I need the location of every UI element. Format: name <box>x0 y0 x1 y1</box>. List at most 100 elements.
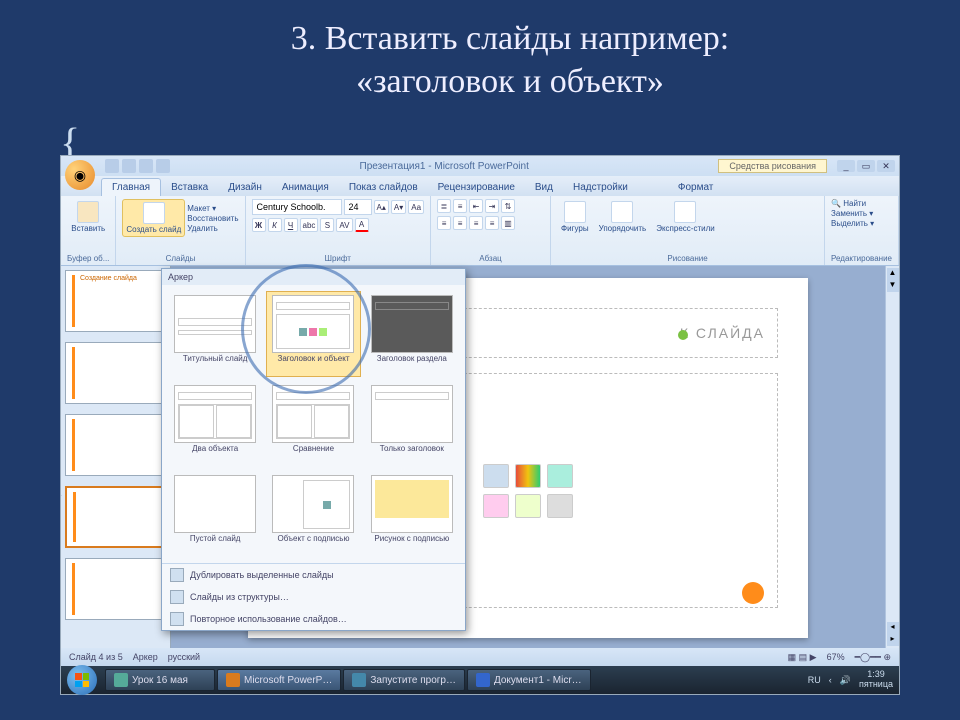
font-name-select[interactable]: Century Schoolb. <box>252 199 342 215</box>
font-color-button[interactable]: A <box>355 218 369 232</box>
office-button[interactable]: ◉ <box>65 160 95 190</box>
zoom-level[interactable]: 67% <box>827 652 845 662</box>
tray-language[interactable]: RU <box>808 675 821 685</box>
layout-section-header[interactable]: Заголовок раздела <box>365 291 459 377</box>
tab-addins[interactable]: Надстройки <box>563 179 638 196</box>
window-controls[interactable]: _▭✕ <box>837 160 895 172</box>
new-slide-button[interactable]: Создать слайд <box>122 199 185 237</box>
underline-button[interactable]: Ч <box>284 218 298 232</box>
taskbar-item-3[interactable]: Запустите прогр… <box>343 669 465 691</box>
slide-thumb-4[interactable]: 4 <box>65 486 166 548</box>
shadow-button[interactable]: S <box>320 218 334 232</box>
layout-button[interactable]: Макет ▾ <box>187 204 238 213</box>
insert-picture-icon[interactable] <box>483 494 509 518</box>
italic-button[interactable]: К <box>268 218 282 232</box>
layout-comparison[interactable]: Сравнение <box>266 381 360 467</box>
tray-clock[interactable]: 1:39пятница <box>859 670 893 690</box>
reset-button[interactable]: Восстановить <box>187 214 238 223</box>
tray-volume-icon[interactable]: 🔊 <box>840 675 851 686</box>
slide-thumb-2[interactable]: 2 <box>65 342 166 404</box>
group-clipboard: Вставить Буфер об... <box>61 196 116 265</box>
line-spacing-button[interactable]: ⇅ <box>501 199 515 213</box>
slide-thumb-3[interactable]: 3 <box>65 414 166 476</box>
contextual-tab-label: Средства рисования <box>718 159 827 173</box>
layout-blank[interactable]: Пустой слайд <box>168 471 262 557</box>
status-bar: Слайд 4 из 5 Аркер русский ▦ ▤ ▶ 67% ━◯━… <box>61 648 899 666</box>
group-editing: 🔍 Найти Заменить ▾ Выделить ▾ Редактиров… <box>825 196 899 265</box>
insert-chart-icon[interactable] <box>515 464 541 488</box>
tab-slideshow[interactable]: Показ слайдов <box>339 179 428 196</box>
gallery-theme-label: Аркер <box>162 269 465 285</box>
insert-table-icon[interactable] <box>483 464 509 488</box>
group-font: Century Schoolb. 24 A▴ A▾ Aa Ж К Ч abc S… <box>246 196 432 265</box>
strike-button[interactable]: abc <box>300 218 319 232</box>
insert-clipart-icon[interactable] <box>515 494 541 518</box>
grow-font-button[interactable]: A▴ <box>374 200 389 214</box>
insert-media-icon[interactable] <box>547 494 573 518</box>
replace-button[interactable]: Заменить ▾ <box>831 209 892 218</box>
tray-icon[interactable]: ‹ <box>829 675 832 685</box>
gallery-duplicate-slides[interactable]: Дублировать выделенные слайды <box>162 564 465 586</box>
vertical-scrollbar[interactable]: ▲▼ ◂▸ <box>885 266 899 648</box>
find-button[interactable]: 🔍 Найти <box>831 199 892 208</box>
ribbon-tabs: Главная Вставка Дизайн Анимация Показ сл… <box>61 176 899 196</box>
slide-thumb-1[interactable]: 1Создание слайда <box>65 270 166 332</box>
status-language[interactable]: русский <box>168 652 200 662</box>
bullets-button[interactable]: ≣ <box>437 199 451 213</box>
delete-button[interactable]: Удалить <box>187 224 238 233</box>
taskbar-item-2[interactable]: Microsoft PowerP… <box>217 669 341 691</box>
justify-button[interactable]: ≡ <box>485 216 499 230</box>
bold-button[interactable]: Ж <box>252 218 266 232</box>
select-button[interactable]: Выделить ▾ <box>831 219 892 228</box>
layout-picture-caption[interactable]: Рисунок с подписью <box>365 471 459 557</box>
align-center-button[interactable]: ≡ <box>453 216 467 230</box>
shrink-font-button[interactable]: A▾ <box>391 200 406 214</box>
insert-smartart-icon[interactable] <box>547 464 573 488</box>
taskbar-item-1[interactable]: Урок 16 мая <box>105 669 215 691</box>
slide-layout-gallery: Аркер Титульный слайд Заголовок и объект… <box>161 268 466 631</box>
tab-design[interactable]: Дизайн <box>218 179 272 196</box>
align-left-button[interactable]: ≡ <box>437 216 451 230</box>
gallery-slides-from-outline[interactable]: Слайды из структуры… <box>162 586 465 608</box>
arrange-button[interactable]: Упорядочить <box>595 199 651 235</box>
spacing-button[interactable]: AV <box>336 218 352 232</box>
tab-review[interactable]: Рецензирование <box>428 179 525 196</box>
windows-taskbar: Урок 16 мая Microsoft PowerP… Запустите … <box>61 666 899 694</box>
instruction-text: 3. Вставить слайды например: «заголовок … <box>0 0 960 113</box>
tab-format[interactable]: Формат <box>668 179 724 196</box>
columns-button[interactable]: ▥ <box>501 216 515 230</box>
shapes-button[interactable]: Фигуры <box>557 199 593 235</box>
layout-title-slide[interactable]: Титульный слайд <box>168 291 262 377</box>
indent-dec-button[interactable]: ⇤ <box>469 199 483 213</box>
align-right-button[interactable]: ≡ <box>469 216 483 230</box>
window-title: Презентация1 - Microsoft PowerPoint <box>174 161 714 172</box>
status-slide-count: Слайд 4 из 5 <box>69 652 123 662</box>
layout-title-only[interactable]: Только заголовок <box>365 381 459 467</box>
tab-animation[interactable]: Анимация <box>272 179 339 196</box>
layout-title-and-content[interactable]: Заголовок и объект <box>266 291 360 377</box>
layout-content-caption[interactable]: Объект с подписью <box>266 471 360 557</box>
layout-two-content[interactable]: Два объекта <box>168 381 262 467</box>
slide-thumb-5[interactable]: 5 <box>65 558 166 620</box>
indent-inc-button[interactable]: ⇥ <box>485 199 499 213</box>
numbering-button[interactable]: ≡ <box>453 199 467 213</box>
group-drawing: Фигуры Упорядочить Экспресс-стили Рисова… <box>551 196 825 265</box>
taskbar-item-4[interactable]: Документ1 - Micr… <box>467 669 591 691</box>
tab-insert[interactable]: Вставка <box>161 179 218 196</box>
title-bar: Презентация1 - Microsoft PowerPoint Сред… <box>61 156 899 176</box>
quick-access-toolbar[interactable] <box>105 159 170 173</box>
change-case-button[interactable]: Aa <box>408 200 424 214</box>
paste-button[interactable]: Вставить <box>67 199 109 235</box>
zoom-slider[interactable]: ━◯━━ ⊕ <box>855 652 891 663</box>
font-size-select[interactable]: 24 <box>344 199 372 215</box>
view-buttons[interactable]: ▦ ▤ ▶ <box>788 652 817 663</box>
slide-thumbnails-panel: 1Создание слайда 2 3 4 5 <box>61 266 171 648</box>
gallery-reuse-slides[interactable]: Повторное использование слайдов… <box>162 608 465 630</box>
ribbon: Вставить Буфер об... Создать слайд Макет… <box>61 196 899 266</box>
status-theme: Аркер <box>133 652 158 662</box>
tab-view[interactable]: Вид <box>525 179 563 196</box>
start-button[interactable] <box>67 665 97 695</box>
quick-styles-button[interactable]: Экспресс-стили <box>652 199 719 235</box>
system-tray[interactable]: RU ‹ 🔊 1:39пятница <box>808 670 893 690</box>
tab-home[interactable]: Главная <box>101 178 161 196</box>
